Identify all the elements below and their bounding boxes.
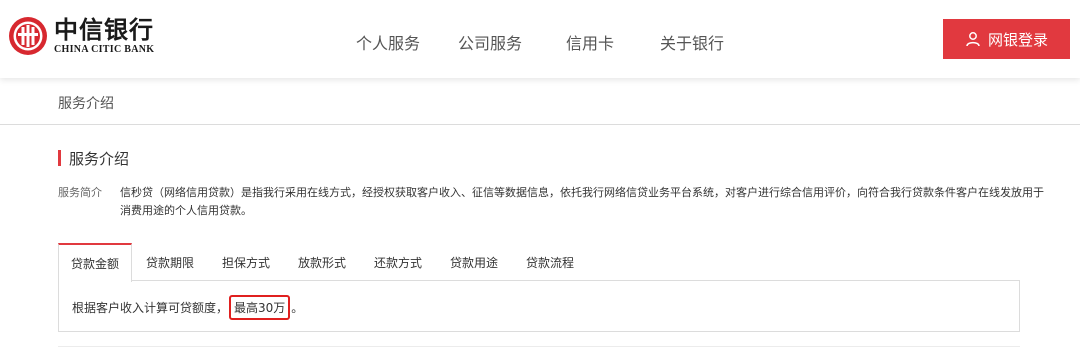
tab-loan-process[interactable]: 贷款流程 (524, 243, 576, 281)
panel-text: 根据客户收入计算可贷额度， 最高30万 。 (72, 295, 303, 320)
panel-text-after: 。 (291, 301, 304, 315)
nav-about-bank[interactable]: 关于银行 (660, 30, 724, 54)
nav-personal-services[interactable]: 个人服务 (356, 30, 420, 54)
online-banking-login-button[interactable]: 网银登录 (943, 19, 1070, 59)
breadcrumb-bar: 服务介绍 (0, 78, 1080, 125)
tab-disbursement-form[interactable]: 放款形式 (296, 243, 348, 281)
intro-label: 服务简介 (58, 186, 102, 199)
tab-bar: 贷款金额 贷款期限 担保方式 放款形式 还款方式 贷款用途 贷款流程 (58, 243, 1020, 282)
login-label: 网银登录 (987, 30, 1048, 49)
nav-corporate-services[interactable]: 公司服务 (458, 30, 522, 54)
citic-logo-icon (9, 17, 47, 55)
logo-english-name: CHINA CITIC BANK (54, 44, 155, 55)
max-amount-highlight: 最高30万 (229, 295, 291, 320)
title-accent-bar (58, 150, 61, 166)
breadcrumb: 服务介绍 (58, 96, 114, 112)
intro-text: 信秒贷（网络信用贷款）是指我行采用在线方式，经授权获取客户收入、征信等数据信息，… (120, 186, 1044, 217)
tab-loan-purpose[interactable]: 贷款用途 (448, 243, 500, 281)
user-icon (966, 32, 980, 47)
tab-panel-loan-amount: 根据客户收入计算可贷额度， 最高30万 。 (58, 280, 1020, 332)
site-header: 中信银行 CHINA CITIC BANK 个人服务 公司服务 信用卡 关于银行… (0, 0, 1080, 78)
panel-text-before: 根据客户收入计算可贷额度， (72, 301, 229, 315)
tab-loan-term[interactable]: 贷款期限 (144, 243, 196, 281)
bank-logo[interactable]: 中信银行 CHINA CITIC BANK (8, 16, 154, 56)
tab-repayment-method[interactable]: 还款方式 (372, 243, 424, 281)
nav-credit-card[interactable]: 信用卡 (566, 30, 614, 54)
tab-guarantee-method[interactable]: 担保方式 (220, 243, 272, 281)
section-title-text: 服务介绍 (69, 149, 130, 168)
logo-chinese-name: 中信银行 (54, 16, 154, 44)
divider (58, 346, 1020, 347)
section-title: 服务介绍 (58, 149, 130, 168)
tab-loan-amount[interactable]: 贷款金额 (58, 243, 132, 282)
